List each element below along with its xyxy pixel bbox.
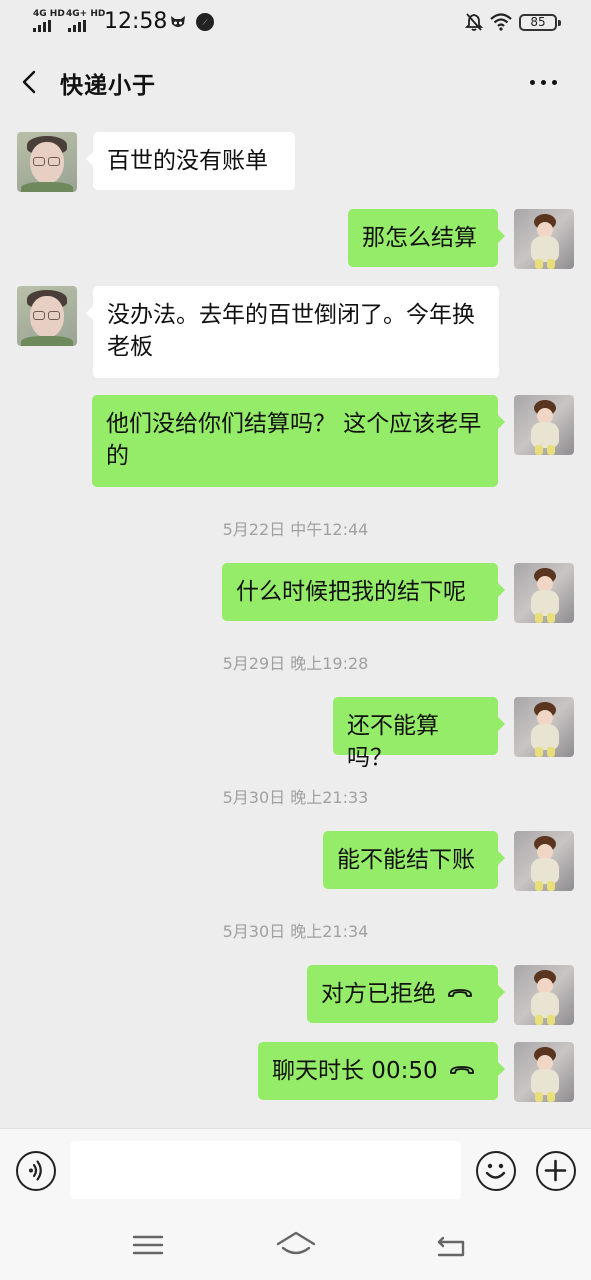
message-timestamp: 5月22日 中午12:44 — [222, 520, 369, 539]
call-record-bubble[interactable]: 聊天时长 00:50 — [258, 1042, 505, 1100]
message-input[interactable] — [70, 1141, 461, 1199]
self-avatar[interactable] — [514, 209, 574, 269]
more-options-icon[interactable] — [530, 74, 566, 90]
wifi-icon — [490, 13, 512, 31]
back-arrow-icon[interactable] — [14, 66, 46, 98]
network-label-2: 4G+ HD — [66, 9, 106, 19]
message-bubble-sent[interactable]: 他们没给你们结算吗？ 这个应该老早的 — [92, 395, 505, 487]
phone-hangup-icon — [449, 1065, 474, 1074]
message-bubble-sent[interactable]: 还不能算吗？ — [333, 697, 505, 771]
compass-icon — [196, 13, 214, 31]
status-time: 12:58 — [104, 9, 168, 34]
app-notification-icon — [171, 16, 185, 27]
smiley-icon — [485, 1163, 506, 1179]
self-avatar[interactable] — [514, 831, 574, 891]
battery-indicator: 85 — [519, 14, 561, 31]
call-duration-text: 聊天时长 00:50 — [272, 1058, 438, 1084]
contact-avatar[interactable] — [17, 132, 77, 192]
status-bar: 4G HD 4G+ HD 12:58 85 — [0, 0, 591, 46]
self-avatar[interactable] — [514, 395, 574, 455]
emoji-button[interactable] — [476, 1151, 516, 1191]
home-icon[interactable] — [276, 1228, 316, 1262]
signal-icon-2 — [68, 20, 86, 32]
voice-icon — [29, 1160, 42, 1181]
message-timestamp: 5月29日 晚上19:28 — [222, 654, 369, 673]
message-bubble-sent[interactable]: 能不能结下账 — [323, 831, 505, 889]
self-avatar[interactable] — [514, 1042, 574, 1102]
chat-title: 快递小于 — [60, 73, 156, 99]
voice-input-button[interactable] — [16, 1151, 56, 1191]
message-bubble-received[interactable]: 百世的没有账单 — [86, 132, 295, 190]
menu-icon[interactable] — [128, 1228, 168, 1262]
self-avatar[interactable] — [514, 697, 574, 757]
phone-hangup-icon — [448, 988, 472, 997]
network-label-1: 4G HD — [33, 9, 65, 19]
system-nav-bar — [0, 1210, 591, 1280]
message-bubble-sent[interactable]: 那怎么结算 — [348, 209, 505, 267]
contact-avatar[interactable] — [17, 286, 77, 346]
message-input-bar — [0, 1128, 591, 1210]
message-bubble-received[interactable]: 没办法。去年的百世倒闭了。今年换老板 — [86, 286, 499, 378]
call-status-text: 对方已拒绝 — [321, 981, 436, 1007]
signal-icon-1 — [33, 20, 51, 32]
back-icon[interactable] — [431, 1228, 471, 1262]
message-timestamp: 5月30日 晚上21:33 — [222, 788, 369, 807]
mute-bell-icon — [464, 13, 484, 31]
self-avatar[interactable] — [514, 563, 574, 623]
message-bubble-sent[interactable]: 什么时候把我的结下呢 — [222, 563, 505, 621]
add-more-button[interactable] — [536, 1151, 576, 1191]
message-timestamp: 5月30日 晚上21:34 — [222, 922, 369, 941]
call-record-bubble[interactable]: 对方已拒绝 — [307, 965, 505, 1023]
chat-header: 快递小于 — [0, 46, 591, 118]
plus-icon — [544, 1159, 567, 1182]
self-avatar[interactable] — [514, 965, 574, 1025]
